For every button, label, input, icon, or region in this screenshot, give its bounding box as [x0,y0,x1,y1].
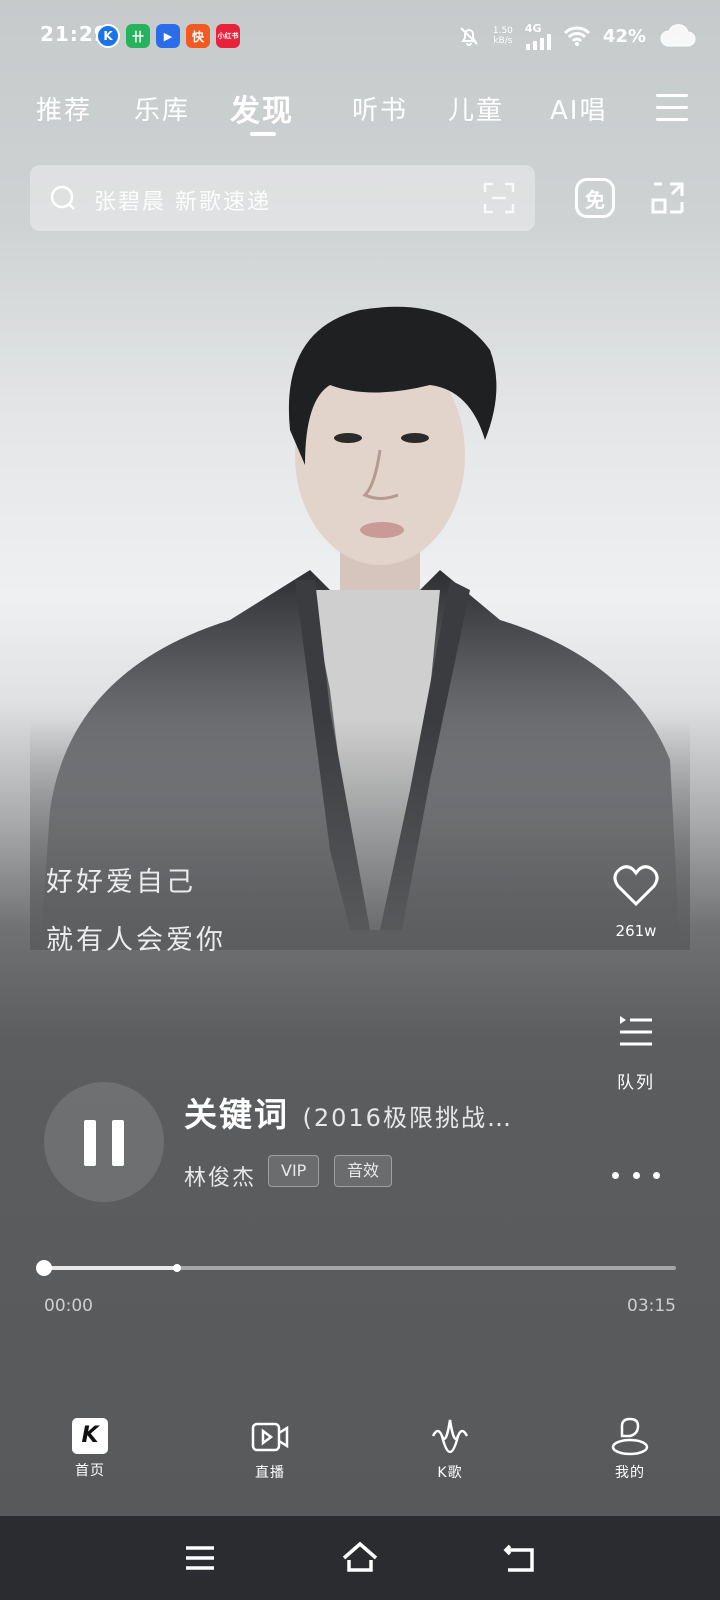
nav-profile-label: 我的 [615,1465,645,1481]
network-type: 4G [524,21,542,35]
mute-bell-icon [460,27,478,46]
like-count: 261w [615,922,657,940]
tab-kids[interactable]: 儿童 [448,90,504,127]
pause-icon-bar-left [84,1120,96,1166]
nav-live-label: 直播 [255,1465,285,1481]
song-subtitle: (2016极限挑战… [302,1104,513,1132]
status-indicators: 1.50 kB/s 4G 42% [457,20,696,52]
tab-audiobooks[interactable]: 听书 [352,90,408,127]
nav-home[interactable]: K 首页 [40,1416,140,1480]
pause-icon-bar-right [112,1120,124,1166]
buffer-marker [173,1264,181,1272]
karaoke-icon [431,1419,469,1454]
artist-photo[interactable] [30,290,690,950]
status-bar: 21:29 K 卄 ▶ 快 小红书 1.50 kB/s 4G 42% [0,0,720,72]
search-placeholder: 张碧晨 新歌速递 [94,190,271,215]
recent-apps-icon[interactable] [180,1538,220,1578]
tab-library[interactable]: 乐库 [134,90,190,127]
progress-thumb[interactable] [36,1260,52,1276]
tab-discover[interactable]: 发现 [230,86,294,130]
system-nav-bar [0,1516,720,1600]
song-title-row[interactable]: 关键词 (2016极限挑战… [184,1088,513,1136]
pause-button[interactable] [44,1082,164,1202]
tab-recommend[interactable]: 推荐 [36,90,92,127]
search-icon [50,185,75,210]
sound-effect-badge[interactable]: 音效 [334,1155,393,1187]
image-search-icon[interactable] [483,182,515,214]
signal-icon [525,33,551,50]
progress-buffered [44,1266,177,1270]
signal-group: 4G [525,23,551,50]
net-speed-unit: kB/s [493,36,513,46]
current-time: 00:00 [44,1296,93,1316]
video-app-icon: ▶ [156,24,180,48]
nav-karaoke-label: K歌 [437,1465,463,1481]
artist-name[interactable]: 林俊杰 [184,1160,256,1192]
nav-profile[interactable]: 我的 [580,1416,680,1482]
profile-icon [611,1417,649,1456]
song-title: 关键词 [184,1095,289,1134]
back-icon[interactable] [500,1538,540,1578]
total-time: 03:15 [627,1296,676,1316]
home-k-icon: K [72,1418,108,1454]
lyric-line-1: 好好爱自己 [46,867,196,898]
app-icon-2: 卄 [126,24,150,48]
battery-level: 42% [602,25,646,47]
lyric-line-2: 就有人会爱你 [46,925,226,956]
cloud-icon [660,24,696,47]
queue-label[interactable]: 队列 [600,1068,672,1093]
vip-badge[interactable]: VIP [268,1155,320,1187]
free-mode-button[interactable]: 免 [575,178,615,218]
net-speed: 1.50 kB/s [493,26,513,46]
bottom-nav: K 首页 直播 K歌 我的 [0,1400,720,1516]
top-tabs: 推荐 乐库 发现 听书 儿童 AI唱 [0,80,720,140]
more-options-icon[interactable] [612,1168,660,1182]
net-speed-value: 1.50 [492,26,513,36]
tab-ai-sing[interactable]: AI唱 [550,90,607,127]
xiaohongshu-icon: 小红书 [216,24,240,48]
home-icon[interactable] [340,1538,380,1578]
nav-live[interactable]: 直播 [220,1416,320,1482]
active-tab-indicator [250,132,276,136]
heart-icon[interactable] [612,862,660,910]
live-icon [251,1422,289,1452]
nav-karaoke[interactable]: K歌 [400,1416,500,1482]
kugou-icon: K [96,24,120,48]
queue-icon[interactable] [618,1014,654,1050]
progress-bar[interactable] [44,1266,676,1270]
wifi-icon [563,26,590,46]
search-input[interactable]: 张碧晨 新歌速递 [30,165,535,231]
nav-home-label: 首页 [75,1463,105,1479]
menu-icon[interactable] [656,94,688,122]
kuaishou-icon: 快 [186,24,210,48]
scan-icon[interactable] [650,180,686,216]
